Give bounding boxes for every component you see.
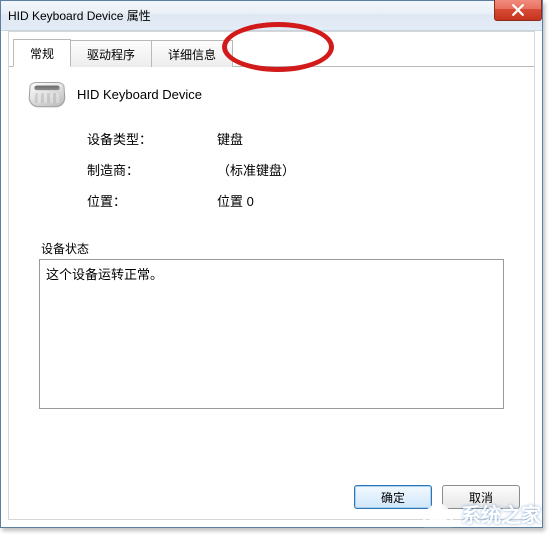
window-title: HID Keyboard Device 属性 (8, 7, 151, 24)
prop-row-location: 位置： 位置 0 (87, 191, 516, 210)
status-group: 设备状态 (39, 240, 504, 414)
close-icon (512, 4, 524, 16)
status-textarea[interactable] (39, 259, 504, 409)
titlebar[interactable]: HID Keyboard Device 属性 (1, 1, 542, 31)
tab-label: 详细信息 (168, 46, 216, 63)
dialog-window: HID Keyboard Device 属性 常规 驱动程序 详细信息 HI (0, 0, 543, 528)
device-header: HID Keyboard Device (29, 81, 516, 107)
client-area: 常规 驱动程序 详细信息 HID Keyboard Device 设备类型： 键… (8, 31, 535, 520)
prop-value: 位置 0 (217, 191, 254, 210)
device-name: HID Keyboard Device (77, 87, 202, 102)
status-label: 设备状态 (41, 240, 504, 257)
prop-label: 制造商： (87, 160, 217, 179)
tab-content-general: HID Keyboard Device 设备类型： 键盘 制造商： （标准键盘）… (9, 67, 534, 519)
tab-row: 常规 驱动程序 详细信息 (9, 40, 534, 67)
prop-label: 位置： (87, 191, 217, 210)
tab-hidden[interactable] (232, 40, 318, 67)
tab-general[interactable]: 常规 (13, 39, 71, 67)
watermark-text: 系统之家 (461, 499, 541, 528)
close-button[interactable] (494, 0, 542, 21)
prop-label: 设备类型： (87, 129, 217, 148)
keyboard-icon (28, 82, 66, 107)
prop-row-manufacturer: 制造商： （标准键盘） (87, 160, 516, 179)
tab-label: 常规 (30, 45, 54, 62)
tab-details[interactable]: 详细信息 (151, 40, 233, 67)
prop-value: 键盘 (217, 129, 243, 148)
device-properties: 设备类型： 键盘 制造商： （标准键盘） 位置： 位置 0 (87, 129, 516, 210)
prop-row-type: 设备类型： 键盘 (87, 129, 516, 148)
prop-value: （标准键盘） (217, 160, 295, 179)
tab-label: 驱动程序 (87, 46, 135, 63)
tab-driver[interactable]: 驱动程序 (70, 40, 152, 67)
house-icon (421, 500, 455, 528)
watermark: 系统之家 (421, 499, 541, 528)
